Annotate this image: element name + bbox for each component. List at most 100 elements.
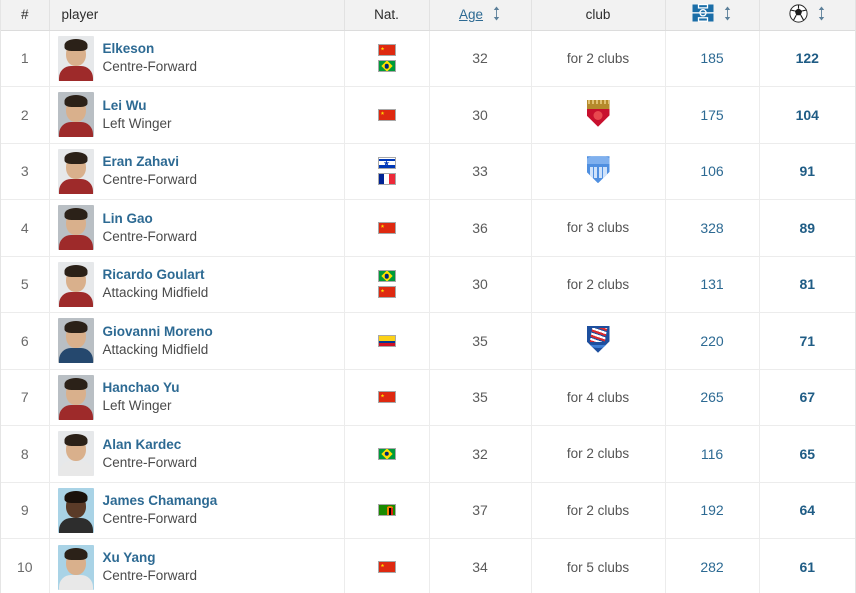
club-logo-guoan-icon[interactable] [586, 156, 610, 184]
player-name-link[interactable]: Elkeson [103, 40, 198, 58]
player-photo[interactable] [57, 205, 94, 251]
appearances-cell[interactable]: 131 [665, 256, 760, 313]
player-ranking-table-panel: # player Nat. Age club 1 Elkeson Centre-… [0, 0, 856, 593]
column-header-club: club [531, 0, 666, 31]
player-photo[interactable] [57, 431, 94, 477]
table-row[interactable]: 4 Lin Gao Centre-Forward 36 for 3 clubs 328 89 [1, 199, 855, 257]
player-name-link[interactable]: Hanchao Yu [103, 379, 180, 397]
flag-cn-icon[interactable] [377, 286, 396, 299]
player-cell: Lei Wu Left Winger [49, 86, 345, 144]
rank-cell: 7 [1, 369, 50, 426]
player-name-link[interactable]: Lei Wu [103, 97, 172, 115]
flag-br-icon[interactable] [377, 60, 396, 73]
club-logo-shenhua-icon[interactable] [586, 325, 610, 353]
football-icon[interactable] [789, 4, 808, 26]
goals-cell[interactable]: 122 [759, 30, 855, 87]
flag-co-icon[interactable] [377, 334, 396, 347]
goals-cell[interactable]: 67 [759, 369, 855, 426]
goals-cell[interactable]: 91 [759, 143, 855, 200]
rank-cell: 2 [1, 86, 50, 144]
table-row[interactable]: 9 James Chamanga Centre-Forward 37 for 2 clu… [1, 482, 855, 539]
goals-cell[interactable]: 71 [759, 312, 855, 370]
column-header-appearances[interactable] [665, 0, 760, 31]
table-row[interactable]: 10 Xu Yang Centre-Forward 34 for 5 clubs 282 6… [1, 538, 855, 593]
sort-arrows-icon[interactable] [492, 6, 501, 24]
age-cell: 34 [429, 538, 532, 593]
rank-cell: 6 [1, 312, 50, 370]
rank-cell: 4 [1, 199, 50, 257]
player-cell: Hanchao Yu Left Winger [49, 369, 345, 426]
club-cell: for 3 clubs [531, 199, 666, 257]
goals-cell[interactable]: 61 [759, 538, 855, 593]
appearances-cell[interactable]: 265 [665, 369, 760, 426]
goals-cell[interactable]: 65 [759, 425, 855, 483]
appearances-cell[interactable]: 192 [665, 482, 760, 539]
column-header-age[interactable]: Age [429, 0, 532, 31]
appearances-cell[interactable]: 282 [665, 538, 760, 593]
table-row[interactable]: 7 Hanchao Yu Left Winger 35 for 4 clubs 265 67 [1, 369, 855, 426]
flag-br-icon[interactable] [377, 447, 396, 460]
column-header-goals[interactable] [759, 0, 855, 31]
club-text: for 2 clubs [566, 50, 630, 66]
nationality-cell [344, 256, 430, 313]
appearances-cell[interactable]: 116 [665, 425, 760, 483]
table-row[interactable]: 6 Giovanni Moreno Attacking Midfield 35 220 7… [1, 312, 855, 370]
appearances-cell[interactable]: 220 [665, 312, 760, 370]
appearances-cell[interactable]: 328 [665, 199, 760, 257]
flag-cn-icon[interactable] [377, 108, 396, 121]
pitch-icon[interactable] [692, 4, 714, 25]
player-name-link[interactable]: Lin Gao [103, 210, 198, 228]
player-cell: Ricardo Goulart Attacking Midfield [49, 256, 345, 313]
flag-cn-icon[interactable] [377, 44, 396, 57]
player-photo[interactable] [57, 544, 94, 590]
player-name-link[interactable]: Ricardo Goulart [103, 266, 209, 284]
table-row[interactable]: 8 Alan Kardec Centre-Forward 32 for 2 clubs 1… [1, 425, 855, 483]
club-text: for 3 clubs [566, 220, 630, 236]
goals-cell[interactable]: 89 [759, 199, 855, 257]
goals-cell[interactable]: 64 [759, 482, 855, 539]
table-row[interactable]: 5 Ricardo Goulart Attacking Midfield 30 for … [1, 256, 855, 313]
rank-cell: 10 [1, 538, 50, 593]
table-row[interactable]: 2 Lei Wu Left Winger 30 175 104 [1, 86, 855, 144]
flag-il-icon[interactable] [377, 157, 396, 170]
club-logo-port-icon[interactable] [586, 99, 610, 127]
goals-cell[interactable]: 81 [759, 256, 855, 313]
player-cell: Xu Yang Centre-Forward [49, 538, 345, 593]
flag-fr-icon[interactable] [377, 173, 396, 186]
player-photo[interactable] [57, 148, 94, 194]
goals-cell[interactable]: 104 [759, 86, 855, 144]
flag-cn-icon[interactable] [377, 561, 396, 573]
player-photo[interactable] [57, 487, 94, 533]
table-row[interactable]: 3 Eran Zahavi Centre-Forward 33 106 91 [1, 143, 855, 200]
player-name-link[interactable]: Alan Kardec [103, 436, 198, 454]
appearances-cell[interactable]: 185 [665, 30, 760, 87]
player-photo[interactable] [57, 35, 94, 81]
flag-br-icon[interactable] [377, 270, 396, 283]
sort-arrows-icon[interactable] [723, 6, 732, 24]
player-name-link[interactable]: Giovanni Moreno [103, 323, 213, 341]
age-cell: 35 [429, 369, 532, 426]
player-name-link[interactable]: Xu Yang [103, 549, 198, 567]
rank-cell: 8 [1, 425, 50, 483]
flag-cn-icon[interactable] [377, 221, 396, 234]
nationality-cell [344, 482, 430, 539]
player-photo[interactable] [57, 92, 94, 138]
player-ranking-table: # player Nat. Age club 1 Elkeson Centre-… [1, 0, 855, 593]
player-photo[interactable] [57, 374, 94, 420]
appearances-cell[interactable]: 175 [665, 86, 760, 144]
player-name-link[interactable]: James Chamanga [103, 492, 218, 510]
player-photo[interactable] [57, 318, 94, 364]
flag-cn-icon[interactable] [377, 391, 396, 404]
rank-cell: 5 [1, 256, 50, 313]
sort-age-link[interactable]: Age [459, 7, 483, 22]
sort-arrows-icon[interactable] [817, 6, 826, 24]
player-name-link[interactable]: Eran Zahavi [103, 153, 198, 171]
player-photo[interactable] [57, 261, 94, 307]
player-position: Centre-Forward [102, 59, 198, 75]
flag-zm-icon[interactable] [377, 504, 396, 517]
age-cell: 37 [429, 482, 532, 539]
club-cell: for 2 clubs [531, 256, 666, 313]
table-row[interactable]: 1 Elkeson Centre-Forward 32 for 2 clubs 185 12… [1, 30, 855, 87]
age-cell: 32 [429, 425, 532, 483]
appearances-cell[interactable]: 106 [665, 143, 760, 200]
